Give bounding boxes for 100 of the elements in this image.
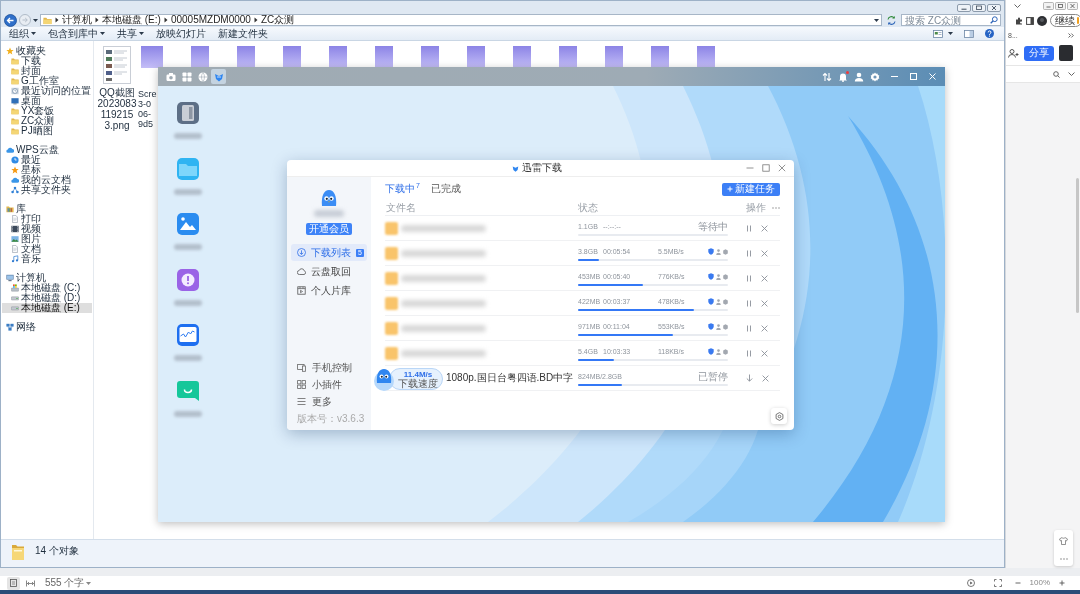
chevron-down-icon[interactable] xyxy=(1014,4,1021,8)
nav-item[interactable]: 计算机 xyxy=(2,273,92,283)
add-user-icon[interactable] xyxy=(1008,48,1019,58)
image-thumbnail[interactable] xyxy=(605,46,623,68)
nav-item[interactable]: ZC众测 xyxy=(2,116,92,126)
nav-item[interactable]: PJ晒图 xyxy=(2,126,92,136)
zoom-in-icon[interactable] xyxy=(1059,580,1065,586)
nav-item[interactable]: 共享文件夹 xyxy=(2,185,92,195)
sidebar-item[interactable]: 手机控制 xyxy=(297,359,361,376)
nav-item[interactable]: 文档 xyxy=(2,244,92,254)
photos-icon[interactable] xyxy=(176,212,200,236)
image-thumbnail[interactable] xyxy=(559,46,577,68)
bell-icon[interactable] xyxy=(838,71,848,82)
nav-item[interactable]: 本地磁盘 (E:) xyxy=(2,303,92,313)
tab[interactable]: 已完成 xyxy=(430,184,461,194)
nav-item[interactable]: 下载 xyxy=(2,56,92,66)
pause-icon[interactable] xyxy=(746,324,752,332)
share-button[interactable]: 分享 xyxy=(1024,45,1054,61)
taskbar-button[interactable] xyxy=(211,69,226,84)
pause-icon[interactable] xyxy=(746,299,752,307)
address-bar[interactable]: 计算机 本地磁盘 (E:) 00005MZDM0000 ZC众测 xyxy=(40,14,882,26)
toolbar-button[interactable]: 组织 xyxy=(9,28,36,39)
close-icon[interactable] xyxy=(761,249,768,257)
nav-item[interactable]: 本地磁盘 (D:) xyxy=(2,293,92,303)
double-chevron-icon[interactable] xyxy=(1068,32,1074,38)
nav-item[interactable]: 星标 xyxy=(2,165,92,175)
close-icon[interactable] xyxy=(761,299,768,307)
image-thumbnail[interactable] xyxy=(141,46,163,68)
restore-button[interactable] xyxy=(1055,2,1066,10)
vip-button[interactable]: 开通会员 xyxy=(306,223,352,235)
close-icon[interactable] xyxy=(761,274,768,282)
preview-pane-icon[interactable] xyxy=(964,29,974,38)
caret-icon[interactable] xyxy=(948,32,953,35)
settings-button[interactable] xyxy=(771,408,787,424)
nav-item[interactable]: 封面 xyxy=(2,66,92,76)
scrollbar-thumb[interactable] xyxy=(1076,178,1079,313)
avatar-icon[interactable] xyxy=(1037,15,1047,26)
nav-item[interactable]: WPS云盘 xyxy=(2,145,92,155)
image-thumbnail[interactable] xyxy=(375,46,393,68)
image-thumbnail[interactable] xyxy=(237,46,255,68)
maximize-icon[interactable] xyxy=(762,164,770,172)
breadcrumb[interactable]: 本地磁盘 (E:) xyxy=(102,15,161,25)
help-icon[interactable] xyxy=(985,29,994,38)
breadcrumb[interactable]: 计算机 xyxy=(62,15,92,25)
image-thumbnail[interactable] xyxy=(467,46,485,68)
view-options-icon[interactable] xyxy=(933,29,943,38)
minimize-button[interactable] xyxy=(1043,2,1054,10)
sidebar-item[interactable]: 更多 xyxy=(297,393,361,410)
image-thumbnail[interactable] xyxy=(103,46,131,84)
close-icon[interactable] xyxy=(761,324,768,332)
toolbar-button[interactable]: 包含到库中 xyxy=(48,28,105,39)
image-thumbnail[interactable] xyxy=(283,46,301,68)
toolbar-button[interactable]: 新建文件夹 xyxy=(218,28,268,39)
nav-item[interactable]: 最近访问的位置 xyxy=(2,86,92,96)
toolbar-button[interactable]: 放映幻灯片 xyxy=(156,28,206,39)
close-icon[interactable] xyxy=(761,224,768,232)
nav-item[interactable]: 最近 xyxy=(2,155,92,165)
breadcrumb[interactable]: 00005MZDM0000 xyxy=(170,15,251,25)
nav-item[interactable]: 收藏夹 xyxy=(2,46,92,56)
back-button[interactable] xyxy=(4,13,17,27)
sidebar-item[interactable]: 个人片库 xyxy=(291,282,367,299)
word-count-dropdown[interactable]: 555 个字 xyxy=(45,578,92,588)
chart-icon[interactable] xyxy=(176,323,200,347)
image-thumbnail[interactable] xyxy=(421,46,439,68)
maximize-button[interactable] xyxy=(972,4,986,12)
minimize-button[interactable] xyxy=(957,4,971,12)
play-icon[interactable] xyxy=(966,579,975,587)
nav-item[interactable]: YX套饭 xyxy=(2,106,92,116)
shirt-icon[interactable] xyxy=(1059,536,1068,545)
image-thumbnail[interactable] xyxy=(191,46,209,68)
settings-icon[interactable] xyxy=(870,71,880,82)
close-icon[interactable] xyxy=(762,374,769,382)
pause-icon[interactable] xyxy=(746,349,752,357)
puzzle-icon[interactable] xyxy=(1015,16,1023,25)
nav-item[interactable]: 图片 xyxy=(2,234,92,244)
more-icon[interactable] xyxy=(1059,557,1068,560)
nav-item[interactable]: 视频 xyxy=(2,224,92,234)
chevron-down-icon[interactable] xyxy=(1068,72,1075,76)
pause-icon[interactable] xyxy=(746,249,752,257)
image-thumbnail[interactable] xyxy=(513,46,531,68)
search-icon[interactable] xyxy=(990,16,998,24)
caret-icon[interactable] xyxy=(33,18,38,22)
search-icon[interactable] xyxy=(1053,70,1060,78)
nav-item[interactable]: G工作室 xyxy=(2,76,92,86)
caret-icon[interactable] xyxy=(874,18,879,22)
sidebar-item[interactable]: 云盘取回 xyxy=(291,263,367,280)
nav-item[interactable]: 库 xyxy=(2,204,92,214)
image-thumbnail[interactable] xyxy=(697,46,715,68)
pause-icon[interactable] xyxy=(746,274,752,282)
sidebar-icon[interactable] xyxy=(1026,16,1034,25)
profile-photo[interactable] xyxy=(1059,45,1073,61)
nav-item[interactable]: 桌面 xyxy=(2,96,92,106)
nav-item[interactable]: 音乐 xyxy=(2,254,92,264)
close-button[interactable] xyxy=(987,4,1001,12)
transfer-icon[interactable] xyxy=(822,71,832,82)
nav-item[interactable]: 本地磁盘 (C:) xyxy=(2,283,92,293)
nav-item[interactable]: 网络 xyxy=(2,322,92,332)
breadcrumb[interactable]: ZC众测 xyxy=(260,15,295,25)
fit-width-icon[interactable] xyxy=(26,579,35,587)
toolbar-button[interactable]: 共享 xyxy=(117,28,144,39)
